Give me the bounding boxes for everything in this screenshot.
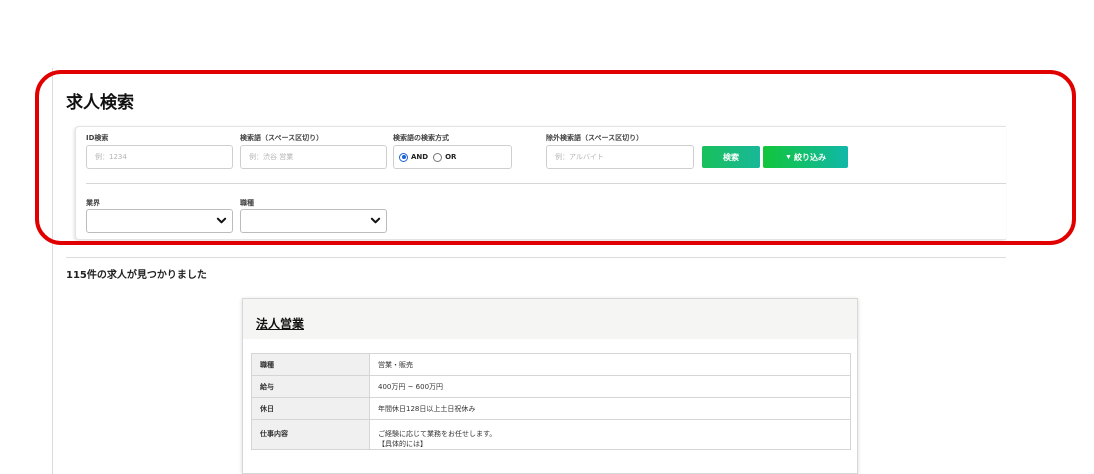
- job-detail-value: 営業・販売: [369, 353, 851, 376]
- results-count: 115件の求人が見つかりました: [66, 270, 207, 281]
- table-row: 休日 年間休日128日以上土日祝休み: [251, 397, 851, 420]
- table-row: 職種 営業・販売: [251, 353, 851, 376]
- job-card-header: 法人営業: [243, 299, 857, 339]
- table-row: 給与 400万円 ~ 600万円: [251, 375, 851, 398]
- table-row: 仕事内容 ご経験に応じて業務をお任せします。 【具体的には】: [251, 419, 851, 450]
- job-detail-key: 仕事内容: [251, 419, 370, 450]
- job-detail-table: 職種 営業・販売 給与 400万円 ~ 600万円 休日 年間休日128日以上土…: [251, 353, 851, 450]
- job-title-link[interactable]: 法人営業: [256, 317, 304, 331]
- job-detail-value: ご経験に応じて業務をお任せします。 【具体的には】: [369, 419, 851, 450]
- job-description-line: 【具体的には】: [378, 440, 427, 448]
- job-detail-key: 休日: [251, 397, 370, 420]
- job-detail-value: 400万円 ~ 600万円: [369, 375, 851, 398]
- results-divider: [66, 257, 1006, 258]
- job-card: 法人営業 職種 営業・販売 給与 400万円 ~ 600万円 休日 年間休日12…: [242, 298, 858, 474]
- highlight-annotation: [35, 70, 1076, 245]
- job-description-line: ご経験に応じて業務をお任せします。: [378, 430, 497, 438]
- job-detail-value: 年間休日128日以上土日祝休み: [369, 397, 851, 420]
- job-detail-key: 職種: [251, 353, 370, 376]
- job-detail-key: 給与: [251, 375, 370, 398]
